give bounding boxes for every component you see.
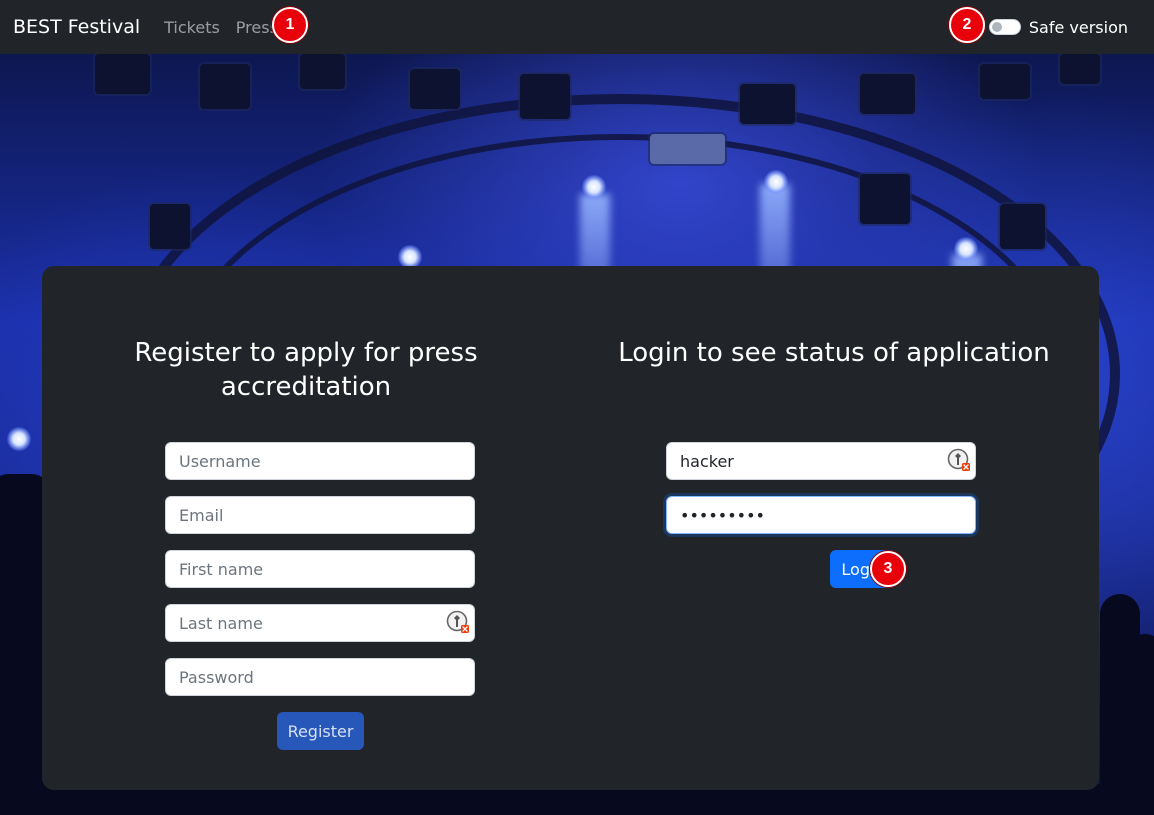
login-password-input[interactable] bbox=[666, 496, 976, 534]
register-password-input[interactable] bbox=[165, 658, 475, 696]
annotation-badge-2: 2 bbox=[949, 7, 985, 43]
register-email-input[interactable] bbox=[165, 496, 475, 534]
login-column: Login to see status of application Login bbox=[570, 266, 1098, 790]
safe-version-switch[interactable] bbox=[988, 19, 1021, 35]
register-column: Register to apply for press accreditatio… bbox=[42, 266, 570, 790]
login-heading: Login to see status of application bbox=[618, 338, 1050, 368]
nav-link-tickets[interactable]: Tickets bbox=[164, 18, 220, 37]
annotation-badge-1: 1 bbox=[272, 7, 308, 43]
auth-card: Register to apply for press accreditatio… bbox=[42, 266, 1099, 790]
register-heading: Register to apply for press accreditatio… bbox=[134, 338, 478, 402]
login-username-input[interactable] bbox=[666, 442, 976, 480]
register-first-name-input[interactable] bbox=[165, 550, 475, 588]
password-manager-icon[interactable] bbox=[446, 610, 470, 634]
brand-logo-text[interactable]: BEST Festival bbox=[13, 16, 140, 38]
register-last-name-input[interactable] bbox=[165, 604, 475, 642]
password-manager-icon[interactable] bbox=[947, 448, 971, 472]
switch-knob bbox=[991, 22, 1002, 32]
register-button[interactable]: Register bbox=[277, 712, 364, 750]
safe-version-label[interactable]: Safe version bbox=[1029, 18, 1128, 37]
safe-version-toggle-group: Safe version bbox=[988, 18, 1128, 37]
register-username-input[interactable] bbox=[165, 442, 475, 480]
annotation-badge-3: 3 bbox=[870, 551, 906, 587]
